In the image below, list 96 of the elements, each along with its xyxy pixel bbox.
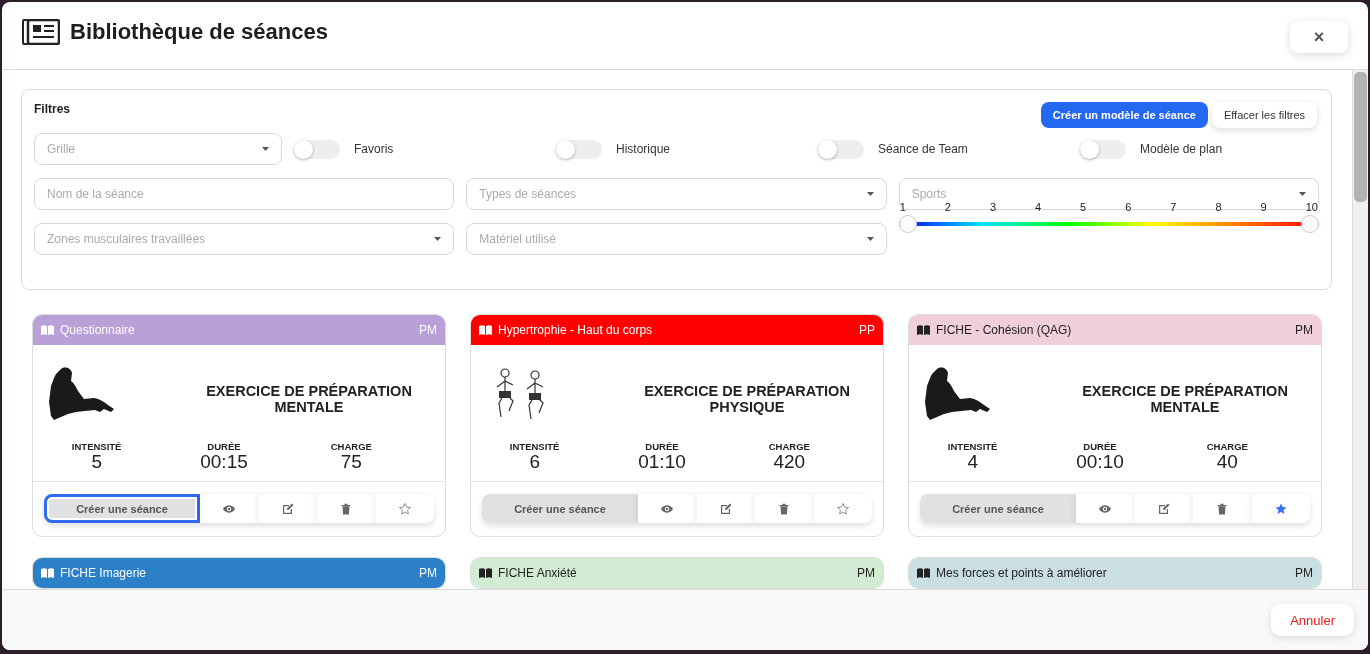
create-template-button[interactable]: Créer un modèle de séance <box>1040 102 1208 128</box>
card-code: PM <box>1295 566 1313 580</box>
caret-icon <box>1299 192 1306 196</box>
newspaper-icon <box>22 18 60 45</box>
eye-icon <box>1099 502 1112 515</box>
edit-button[interactable] <box>258 494 317 523</box>
book-icon <box>917 568 930 578</box>
caret-icon <box>434 237 442 241</box>
stat-label: DURÉE <box>207 441 241 452</box>
exercise-category: EXERCICE DE PRÉPARATION MENTALE <box>1081 383 1289 415</box>
input-field[interactable]: Nom de la séance <box>34 178 455 210</box>
window-title: Bibliothèque de séances <box>70 18 329 45</box>
card-code: PP <box>859 323 875 337</box>
scrollbar[interactable] <box>1352 70 1368 589</box>
exercise-category: EXERCICE DE PRÉPARATION PHYSIQUE <box>643 383 851 415</box>
slider-tick-label: 1 <box>899 201 906 213</box>
card-code: PM <box>1295 323 1313 337</box>
edit-icon <box>719 502 732 515</box>
eye-icon <box>661 502 674 515</box>
toggle-label: Favoris <box>354 142 394 156</box>
delete-button[interactable] <box>1193 494 1252 523</box>
card-title: Mes forces et points à améliorer <box>936 566 1108 580</box>
stat-value: 75 <box>340 452 362 472</box>
slider-tick-label: 10 <box>1305 201 1318 213</box>
cancel-button[interactable]: Annuler <box>1271 604 1354 636</box>
stat-label: INTENSITÉ <box>71 441 122 452</box>
slider-tick-label: 5 <box>1080 201 1087 213</box>
stat-value: 00:10 <box>1076 452 1124 472</box>
create-session-button[interactable]: Créer une séance <box>920 494 1076 523</box>
exercise-category: EXERCICE DE PRÉPARATION MENTALE <box>205 383 413 415</box>
stat-value: 00:15 <box>200 452 248 472</box>
create-session-button[interactable]: Créer une séance <box>482 494 638 523</box>
stat-label: CHARGE <box>768 441 810 452</box>
stat-label: CHARGE <box>1206 441 1248 452</box>
card-title: FICHE Anxiété <box>498 566 578 580</box>
stat-value: 6 <box>529 452 540 472</box>
slider-tick-label: 7 <box>1170 201 1177 213</box>
toggle-label: Historique <box>616 142 671 156</box>
card-code: PM <box>419 566 437 580</box>
stat-value: 40 <box>1216 452 1238 472</box>
close-button[interactable]: × <box>1290 21 1348 53</box>
slider-thumb[interactable] <box>1301 215 1319 233</box>
intensity-slider[interactable] <box>898 215 1319 233</box>
stat-label: INTENSITÉ <box>509 441 560 452</box>
card-code: PM <box>419 323 437 337</box>
clear-filters-button[interactable]: Effacer les filtres <box>1211 102 1317 128</box>
view-button[interactable] <box>638 494 697 523</box>
view-button[interactable] <box>200 494 259 523</box>
toggle-switch[interactable] <box>1080 139 1126 159</box>
favorite-button[interactable] <box>1251 494 1310 523</box>
slider-tick-label: 6 <box>1125 201 1132 213</box>
card-title: FICHE Imagerie <box>60 566 148 580</box>
book-icon <box>479 568 492 578</box>
book-icon <box>41 568 54 578</box>
caret-icon <box>866 237 874 241</box>
toggle-switch[interactable] <box>556 139 602 159</box>
stat-label: INTENSITÉ <box>947 441 998 452</box>
card-code: PM <box>857 566 875 580</box>
toggle-switch[interactable] <box>818 139 864 159</box>
card-title: FICHE - Cohésion (QAG) <box>936 323 1073 337</box>
slider-tick-label: 2 <box>944 201 951 213</box>
slider-tick-label: 9 <box>1260 201 1267 213</box>
delete-button[interactable] <box>755 494 814 523</box>
filters-title: Filtres <box>34 102 70 116</box>
caret-icon <box>866 192 874 196</box>
stat-label: DURÉE <box>645 441 679 452</box>
toggle-label: Modèle de plan <box>1140 142 1223 156</box>
stat-value: 5 <box>91 452 102 472</box>
trash-icon <box>778 502 791 515</box>
card-title: Hypertrophie - Haut du corps <box>498 323 654 337</box>
stat-value: 420 <box>773 452 806 472</box>
create-session-button[interactable]: Créer une séance <box>44 494 200 523</box>
slider-tick-label: 4 <box>1035 201 1042 213</box>
edit-icon <box>1157 502 1170 515</box>
edit-icon <box>281 502 294 515</box>
stat-value: 4 <box>967 452 978 472</box>
slider-tick-label: 3 <box>989 201 996 213</box>
book-icon <box>917 325 930 335</box>
slider-tick-label: 8 <box>1215 201 1222 213</box>
eye-icon <box>223 502 236 515</box>
edit-button[interactable] <box>696 494 755 523</box>
edit-button[interactable] <box>1134 494 1193 523</box>
trash-icon <box>340 502 353 515</box>
book-icon <box>479 325 492 335</box>
slider-thumb[interactable] <box>898 215 917 233</box>
toggle-switch[interactable] <box>294 139 340 159</box>
card-title: Questionnaire <box>60 323 136 337</box>
trash-icon <box>1216 502 1229 515</box>
toggle-label: Séance de Team <box>878 142 968 156</box>
stat-label: DURÉE <box>1083 441 1117 452</box>
stat-value: 01:10 <box>638 452 686 472</box>
caret-icon <box>262 147 269 151</box>
book-icon <box>41 325 54 335</box>
delete-button[interactable] <box>317 494 376 523</box>
view-button[interactable] <box>1076 494 1135 523</box>
stat-label: CHARGE <box>330 441 372 452</box>
